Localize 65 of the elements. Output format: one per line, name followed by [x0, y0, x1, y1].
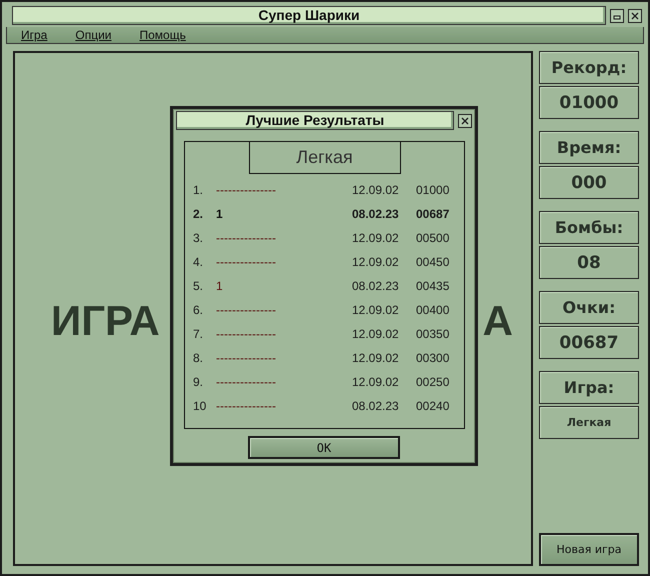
stat-value: Легкая: [539, 406, 639, 439]
score-date: 12.09.02: [352, 183, 400, 197]
stat-value: 000: [539, 166, 639, 199]
stat-label: Время:: [539, 131, 639, 164]
score-name: ---------------: [216, 303, 277, 317]
score-score: 00300: [416, 351, 450, 365]
score-date: 12.09.02: [352, 351, 400, 365]
score-score: 00687: [416, 207, 450, 221]
score-name: ---------------: [216, 327, 277, 341]
score-name: 1: [216, 207, 224, 221]
score-name: ---------------: [216, 255, 277, 269]
menu-item[interactable]: Игра: [21, 28, 48, 42]
score-date: 12.09.02: [352, 375, 400, 389]
score-name: ---------------: [216, 351, 277, 365]
score-rank: 7.: [193, 327, 204, 341]
score-rank: 1.: [193, 183, 204, 197]
menu-item[interactable]: Помощь: [139, 28, 186, 42]
score-score: 00250: [416, 375, 450, 389]
close-button[interactable]: [458, 114, 472, 128]
score-name: 1: [216, 279, 224, 293]
stat-label: Игра:: [539, 371, 639, 404]
score-rank: 3.: [193, 231, 204, 245]
score-name: ---------------: [216, 183, 277, 197]
menu-item[interactable]: Опции: [75, 28, 112, 42]
ok-button[interactable]: OK: [248, 436, 400, 459]
close-button[interactable]: [628, 8, 642, 22]
score-score: 00435: [416, 279, 450, 293]
stat-label: Рекорд:: [539, 51, 639, 84]
score-date: 12.09.02: [352, 327, 400, 341]
score-date: 08.02.23: [352, 207, 400, 221]
score-rank: 4.: [193, 255, 204, 269]
window-title: Супер Шарики: [12, 6, 606, 25]
stat-value: 08: [539, 246, 639, 279]
score-date: 12.09.02: [352, 303, 400, 317]
dialog-title: Лучшие Результаты: [176, 111, 454, 130]
score-rank: 6.: [193, 303, 204, 317]
game-banner-text: А: [482, 296, 513, 344]
close-icon: [631, 12, 639, 20]
stat-value: 01000: [539, 86, 639, 119]
close-icon: [461, 116, 469, 124]
stat-label: Очки:: [539, 291, 639, 324]
score-name: ---------------: [216, 399, 277, 413]
game-banner-text: ИГРА: [51, 296, 160, 344]
minimize-button[interactable]: [610, 8, 624, 22]
difficulty-label: Легкая: [248, 142, 400, 174]
score-date: 12.09.02: [352, 231, 400, 245]
score-date: 12.09.02: [352, 255, 400, 269]
stat-value: 00687: [539, 326, 639, 359]
score-name: ---------------: [216, 375, 277, 389]
score-rank: 2.: [193, 207, 204, 221]
score-score: 00500: [416, 231, 450, 245]
new-game-button[interactable]: Новая игра: [539, 533, 639, 566]
score-rank: 5.: [193, 279, 204, 293]
score-rank: 9.: [193, 375, 204, 389]
score-score: 00350: [416, 327, 450, 341]
score-score: 00450: [416, 255, 450, 269]
stat-label: Бомбы:: [539, 211, 639, 244]
score-score: 01000: [416, 183, 450, 197]
score-score: 00400: [416, 303, 450, 317]
score-date: 08.02.23: [352, 399, 400, 413]
score-score: 00240: [416, 399, 450, 413]
score-name: ---------------: [216, 231, 277, 245]
score-date: 08.02.23: [352, 279, 400, 293]
score-rank: 10: [193, 399, 208, 413]
score-rank: 8.: [193, 351, 204, 365]
